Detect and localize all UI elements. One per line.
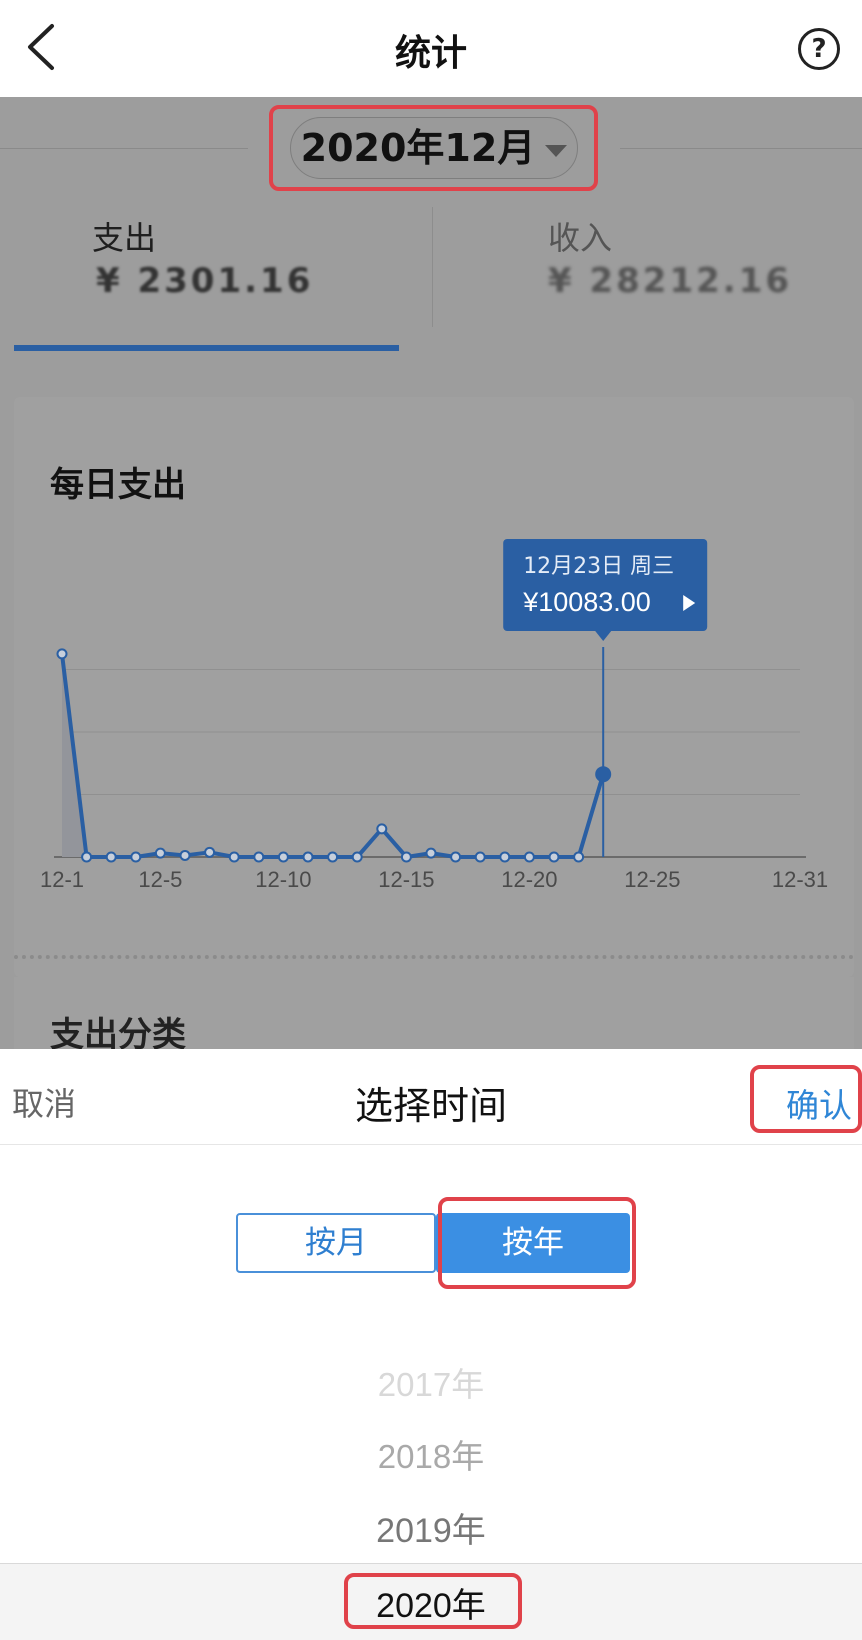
- tooltip-value: ¥10083.00: [522, 587, 651, 617]
- tick-label: 12-10: [255, 867, 311, 892]
- data-point: [400, 851, 412, 863]
- series-line: [60, 653, 606, 859]
- tooltip-date: 12月23日 周三: [523, 554, 674, 579]
- data-point: [302, 851, 314, 863]
- tab-expense-amount: ¥ 2301.16: [96, 261, 314, 301]
- data-point: [376, 823, 388, 835]
- tick-label: 12-31: [772, 867, 828, 892]
- data-point: [204, 846, 216, 858]
- data-point: [351, 851, 363, 863]
- tab-expense-label: 支出: [92, 219, 157, 257]
- data-point: [548, 851, 560, 863]
- data-point: [573, 851, 585, 863]
- tab-divider: [432, 207, 433, 327]
- dotted-divider: [14, 955, 854, 961]
- year-option[interactable]: 2017年: [0, 1358, 862, 1406]
- data-point: [425, 847, 437, 859]
- highlight-box-month: [269, 105, 598, 191]
- category-card: 支出分类: [14, 977, 854, 1050]
- divider-line: [0, 148, 248, 149]
- data-point: [179, 849, 191, 861]
- segment-by-month[interactable]: 按月: [236, 1213, 436, 1273]
- summary-tabs: 支出 ¥ 2301.16 收入 ¥ 28212.16: [0, 201, 862, 347]
- data-point: [277, 851, 289, 863]
- data-point: [523, 851, 535, 863]
- data-point: [130, 851, 142, 863]
- data-point: [450, 851, 462, 863]
- category-title: 支出分类: [50, 1015, 186, 1050]
- stats-page-dimmed: 2020年12月 支出 ¥ 2301.16 收入 ¥ 28212.16 每日支出…: [0, 97, 862, 1050]
- tick-label: 12-1: [40, 867, 84, 892]
- data-point: [474, 851, 486, 863]
- data-point: [327, 851, 339, 863]
- tooltip-pointer: [595, 631, 612, 641]
- daily-expense-chart[interactable]: 12-1 12-5 12-10 12-15 12-20 12-25 12-31 12月23日 …: [14, 397, 854, 977]
- time-picker-sheet: 取消 选择时间 确认 按月 按年 2017年 2018年 2019年 2020年: [0, 1049, 862, 1640]
- tab-income[interactable]: 收入 ¥ 28212.16: [433, 201, 862, 347]
- highlight-box-by-year: [438, 1197, 636, 1289]
- tick-label: 12-20: [501, 867, 557, 892]
- year-option[interactable]: 2019年: [0, 1503, 862, 1552]
- data-point: [154, 847, 166, 859]
- tooltip-box: [503, 539, 708, 631]
- data-point: [81, 851, 93, 863]
- data-point: [595, 766, 612, 783]
- year-option[interactable]: 2018年: [0, 1430, 862, 1478]
- highlight-box-confirm: [750, 1065, 862, 1133]
- sheet-header: 取消 选择时间 确认: [0, 1049, 862, 1145]
- tick-label: 12-5: [138, 867, 182, 892]
- data-point: [253, 851, 265, 863]
- page-title: 统计: [394, 33, 467, 74]
- top-nav: 统计 ?: [0, 0, 862, 97]
- data-point: [105, 851, 117, 863]
- tick-label: 12-15: [378, 867, 434, 892]
- tick-label: 12-25: [624, 867, 680, 892]
- month-row: 2020年12月: [0, 97, 862, 201]
- data-point: [499, 851, 511, 863]
- tab-active-indicator: [14, 345, 399, 351]
- tab-expense[interactable]: 支出 ¥ 2301.16: [0, 201, 432, 347]
- highlight-box-year: [344, 1573, 522, 1629]
- daily-expense-card: 每日支出 12-1 12-5 12-10 12-15 12-20 12-25 12-31 12…: [14, 397, 854, 977]
- question-circle-icon[interactable]: ?: [798, 28, 840, 70]
- sheet-title: 选择时间: [354, 1084, 507, 1128]
- tab-income-amount: ¥ 28212.16: [548, 261, 793, 301]
- tab-income-label: 收入: [548, 219, 613, 257]
- divider-line: [620, 148, 862, 149]
- data-point: [56, 648, 68, 660]
- data-point: [228, 851, 240, 863]
